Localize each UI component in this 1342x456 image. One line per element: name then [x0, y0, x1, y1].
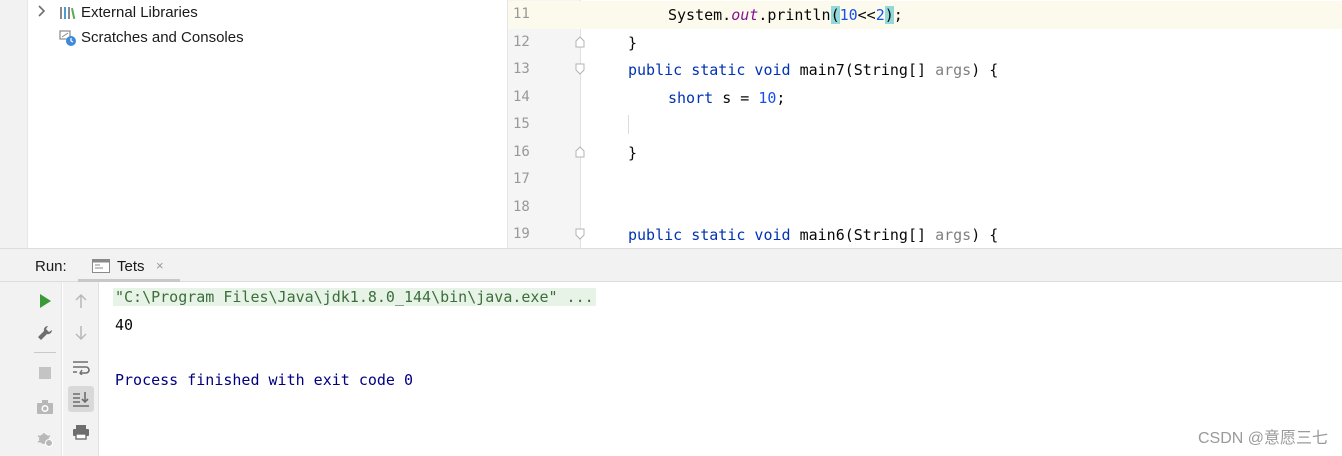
- library-icon: [60, 6, 76, 19]
- scroll-down-button[interactable]: [68, 320, 94, 346]
- console-output: 40: [115, 316, 134, 334]
- line-number: 19: [513, 226, 530, 242]
- code-line[interactable]: 12 }: [508, 29, 1342, 57]
- run-label: Run:: [35, 258, 67, 275]
- project-tree-panel: External Libraries Scratches and Console…: [28, 0, 506, 248]
- code-line[interactable]: 14 short s = 10;: [508, 84, 1342, 112]
- code-line[interactable]: 13 public static void main7(String[] arg…: [508, 56, 1342, 84]
- code-text: public static void main7(String[] args) …: [628, 61, 999, 79]
- tree-item-label: External Libraries: [81, 4, 198, 21]
- fold-end-icon[interactable]: [575, 36, 585, 48]
- run-panel-body: "C:\Program Files\Java\jdk1.8.0_144\bin\…: [0, 282, 1342, 456]
- left-tool-stripe: [0, 0, 28, 248]
- line-number: 12: [513, 34, 530, 50]
- line-number: 18: [513, 199, 530, 215]
- console-tab-icon: [92, 259, 110, 273]
- rerun-button[interactable]: [32, 288, 58, 314]
- scroll-to-end-icon: [73, 392, 89, 407]
- code-text: short s = 10;: [668, 89, 786, 107]
- scroll-to-end-button[interactable]: [68, 386, 94, 412]
- line-number: 17: [513, 171, 530, 187]
- line-number: 13: [513, 61, 530, 77]
- fold-start-icon[interactable]: [575, 228, 585, 240]
- code-line[interactable]: 11 System.out.println(10<<2);: [508, 1, 1342, 29]
- arrow-up-icon: [75, 293, 87, 308]
- code-line[interactable]: 18: [508, 194, 1342, 222]
- run-toolbar-right: [63, 282, 99, 456]
- code-text: System.out.println(10<<2);: [668, 6, 903, 24]
- run-panel-header: Run: Tets ×: [0, 248, 1342, 282]
- code-line[interactable]: 16 }: [508, 139, 1342, 167]
- stop-button[interactable]: [32, 360, 58, 386]
- arrow-down-icon: [75, 326, 87, 341]
- tree-item-external-libraries[interactable]: External Libraries: [28, 0, 506, 24]
- code-editor[interactable]: 11 System.out.println(10<<2); 12 } 13 pu…: [507, 0, 1342, 248]
- scratches-icon: [59, 29, 76, 46]
- code-text: public static void main6(String[] args) …: [628, 226, 999, 244]
- camera-icon: [37, 400, 53, 414]
- soft-wrap-button[interactable]: [68, 354, 94, 380]
- run-toolbar-left: [0, 282, 62, 456]
- line-number: 11: [513, 6, 530, 22]
- stop-icon: [39, 367, 51, 379]
- tab-label: Tets: [117, 258, 145, 275]
- text-caret: [628, 115, 629, 134]
- screenshot-button[interactable]: [32, 394, 58, 420]
- code-line[interactable]: 17: [508, 166, 1342, 194]
- bug-settings-icon: [37, 433, 53, 447]
- close-icon[interactable]: ×: [156, 258, 164, 273]
- printer-icon: [73, 425, 89, 440]
- line-number: 14: [513, 89, 530, 105]
- watermark: CSDN @意愿三七: [1197, 430, 1328, 447]
- console-command-line: "C:\Program Files\Java\jdk1.8.0_144\bin\…: [113, 288, 596, 306]
- line-number: 16: [513, 144, 530, 160]
- fold-start-icon[interactable]: [575, 63, 585, 75]
- scroll-up-button[interactable]: [68, 288, 94, 314]
- modify-config-button[interactable]: [32, 320, 58, 346]
- code-text: }: [628, 144, 638, 162]
- print-button[interactable]: [68, 419, 94, 445]
- play-icon: [40, 294, 51, 308]
- code-line[interactable]: 15: [508, 111, 1342, 139]
- fold-end-icon[interactable]: [575, 146, 585, 158]
- console-exit-message: Process finished with exit code 0: [115, 371, 414, 389]
- debug-button[interactable]: [32, 426, 58, 452]
- chevron-right-icon[interactable]: [36, 3, 48, 19]
- line-number: 15: [513, 116, 530, 132]
- code-text: }: [628, 34, 638, 52]
- soft-wrap-icon: [73, 361, 90, 375]
- wrench-icon: [38, 325, 53, 340]
- run-tab-tets[interactable]: Tets ×: [78, 249, 180, 282]
- tree-item-label: Scratches and Consoles: [81, 29, 244, 46]
- code-line[interactable]: 19 public static void main6(String[] arg…: [508, 221, 1342, 249]
- tree-item-scratches[interactable]: Scratches and Consoles: [28, 25, 506, 49]
